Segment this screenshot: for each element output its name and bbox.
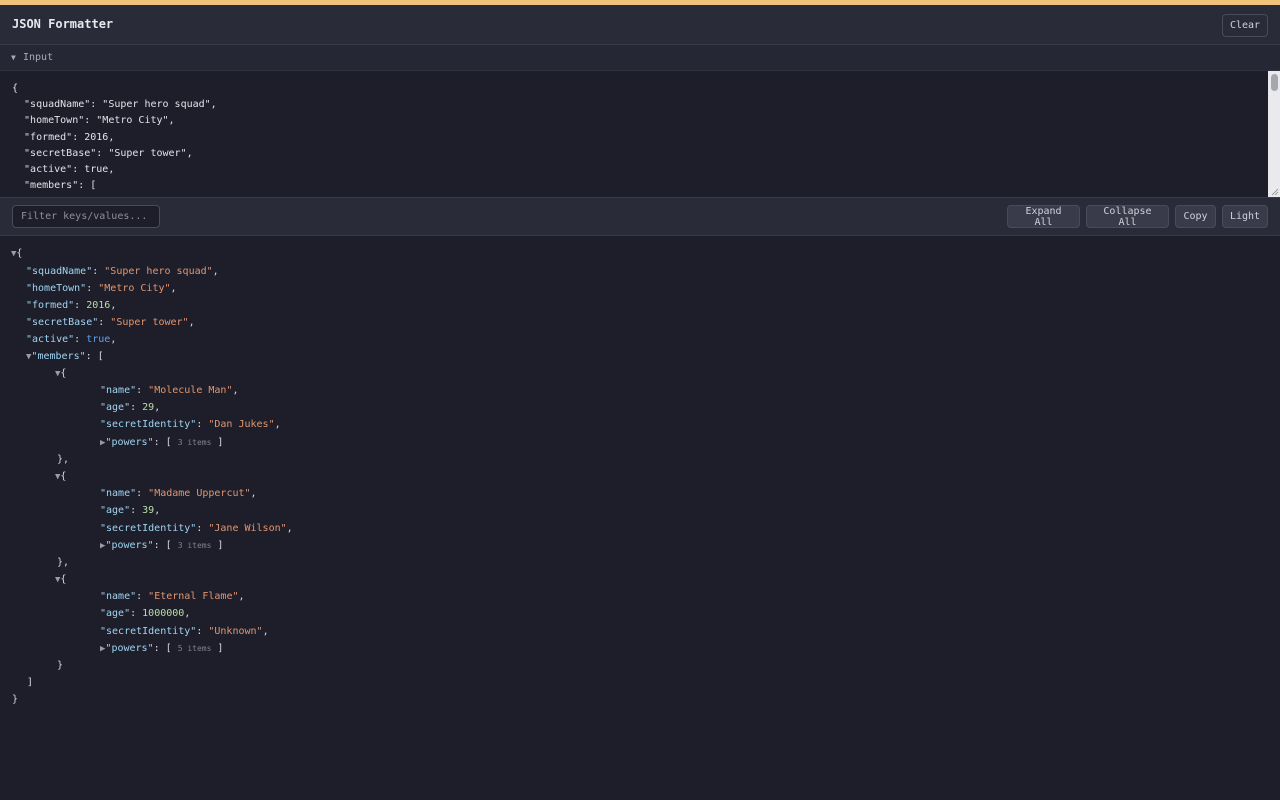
- root-node: ▼{: [11, 246, 22, 262]
- tree-key: "secretBase": [26, 317, 99, 328]
- expand-all-button[interactable]: Expand All: [1007, 205, 1080, 228]
- tree-field: "age": 29,: [100, 402, 161, 413]
- tree-value: 39: [142, 505, 155, 516]
- member-object: ▼{: [55, 368, 67, 379]
- clear-button[interactable]: Clear: [1222, 14, 1268, 37]
- json-input-textarea[interactable]: { "squadName": "Super hero squad", "home…: [0, 71, 1280, 198]
- theme-toggle-button[interactable]: Light: [1222, 205, 1268, 228]
- tree-key: "homeTown": [26, 283, 87, 294]
- powers-node: ▶"powers": [ 3 items ]: [100, 540, 224, 551]
- tree-field: "age": 39,: [100, 505, 161, 516]
- item-count-summary: 5 items: [177, 644, 212, 653]
- tree-field: "secretIdentity": "Unknown",: [100, 626, 269, 637]
- tree-field: "secretBase": "Super tower",: [26, 317, 195, 328]
- json-tree: ▼{ "squadName": "Super hero squad", "hom…: [0, 236, 1280, 800]
- input-section-label: Input: [23, 52, 54, 63]
- member-object: ▼{: [55, 574, 67, 585]
- powers-node: ▶"powers": [ 3 items ]: [100, 437, 224, 448]
- copy-button[interactable]: Copy: [1175, 205, 1216, 228]
- tree-field: "squadName": "Super hero squad",: [26, 266, 219, 277]
- tree-value: "Madame Uppercut": [148, 488, 251, 499]
- resize-grip-icon[interactable]: [1271, 188, 1279, 196]
- tree-field: "name": "Molecule Man",: [100, 385, 239, 396]
- tree-value: "Metro City": [98, 283, 171, 294]
- collapse-all-button[interactable]: Collapse All: [1086, 205, 1169, 228]
- app-title: JSON Formatter: [12, 17, 114, 31]
- root-close-brace: }: [12, 694, 19, 705]
- tree-key: "squadName": [26, 266, 93, 277]
- tree-key: "formed": [26, 300, 75, 311]
- tree-value: "Super tower": [110, 317, 189, 328]
- input-section-toggle[interactable]: ▼ Input: [0, 45, 1280, 71]
- tree-field: "age": 1000000,: [100, 608, 191, 619]
- input-scrollbar[interactable]: [1268, 71, 1280, 197]
- member-object: ▼{: [55, 471, 67, 482]
- filter-input[interactable]: [12, 205, 160, 228]
- tree-field: "secretIdentity": "Jane Wilson",: [100, 523, 293, 534]
- tree-value: "Dan Jukes": [208, 419, 275, 430]
- tree-value: true: [86, 334, 111, 345]
- app-header: JSON Formatter Clear: [0, 5, 1280, 45]
- chevron-down-icon: ▼: [11, 53, 16, 62]
- item-count-summary: 3 items: [177, 541, 212, 550]
- powers-node: ▶"powers": [ 5 items ]: [100, 643, 224, 654]
- tree-value: "Molecule Man": [148, 385, 233, 396]
- tree-field: "name": "Madame Uppercut",: [100, 488, 257, 499]
- member-close: }: [57, 660, 64, 671]
- member-close: },: [57, 454, 70, 465]
- root-open-brace: {: [16, 248, 23, 259]
- tree-value: "Super hero squad": [104, 266, 213, 277]
- members-node: ▼"members": [: [26, 351, 104, 362]
- tree-key: "members": [31, 351, 86, 362]
- tree-field: "homeTown": "Metro City",: [26, 283, 177, 294]
- tree-field: "active": true,: [26, 334, 117, 345]
- input-scrollbar-thumb[interactable]: [1271, 74, 1278, 91]
- tree-value: 29: [142, 402, 155, 413]
- member-close: },: [57, 557, 70, 568]
- tree-field: "name": "Eternal Flame",: [100, 591, 245, 602]
- tree-toolbar: Expand All Collapse All Copy Light: [0, 198, 1280, 236]
- tree-value: "Eternal Flame": [148, 591, 239, 602]
- tree-field: "secretIdentity": "Dan Jukes",: [100, 419, 281, 430]
- tree-value: 1000000: [142, 608, 185, 619]
- item-count-summary: 3 items: [177, 438, 212, 447]
- tree-value: "Jane Wilson": [208, 523, 287, 534]
- tree-key: "active": [26, 334, 75, 345]
- tree-field: "formed": 2016,: [26, 300, 117, 311]
- tree-value: 2016: [86, 300, 111, 311]
- tree-value: "Unknown": [208, 626, 263, 637]
- json-input-text: { "squadName": "Super hero squad", "home…: [12, 83, 217, 192]
- members-close: ]: [27, 677, 34, 688]
